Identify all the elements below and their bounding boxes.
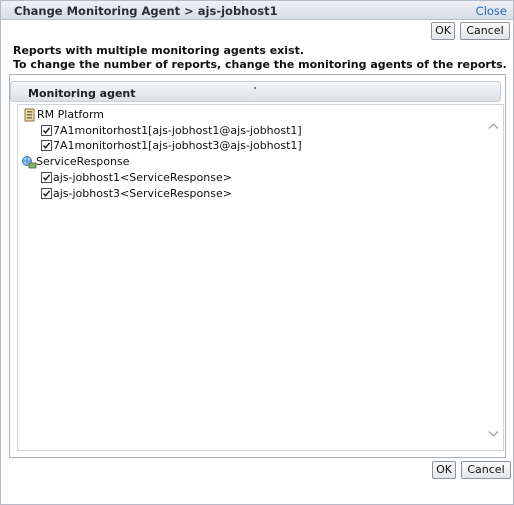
message-line-2: To change the number of reports, change …	[13, 58, 507, 71]
tree-item[interactable]: ajs-jobhost1<ServiceResponse>	[41, 171, 341, 185]
top-ok-button[interactable]: OK	[431, 22, 455, 40]
service-response-icon	[21, 155, 37, 169]
tree-group-rm-platform[interactable]: RM Platform	[23, 108, 223, 122]
checkbox[interactable]	[41, 140, 52, 151]
close-link[interactable]: Close	[476, 4, 507, 18]
tree-item-label: ajs-jobhost3<ServiceResponse>	[53, 187, 232, 200]
tree-item[interactable]: ajs-jobhost3<ServiceResponse>	[41, 187, 341, 201]
tree-item[interactable]: 7A1monitorhost1[ajs-jobhost3@ajs-jobhost…	[41, 139, 341, 153]
panel-header-label: Monitoring agent	[28, 87, 136, 100]
tree-item[interactable]: 7A1monitorhost1[ajs-jobhost1@ajs-jobhost…	[41, 124, 341, 138]
dialog-title: Change Monitoring Agent > ajs-jobhost1	[14, 4, 278, 18]
bottom-ok-button[interactable]: OK	[432, 461, 456, 479]
scroll-up-icon[interactable]	[488, 120, 499, 129]
tree-group-label: RM Platform	[37, 108, 105, 121]
tree-item-label: 7A1monitorhost1[ajs-jobhost1@ajs-jobhost…	[53, 124, 302, 137]
checkbox[interactable]	[41, 188, 52, 199]
bottom-cancel-button[interactable]: Cancel	[461, 461, 511, 479]
title-bar: Change Monitoring Agent > ajs-jobhost1 C…	[1, 1, 513, 20]
separator-dot	[254, 87, 256, 89]
tree-item-label: ajs-jobhost1<ServiceResponse>	[53, 171, 232, 184]
change-monitoring-agent-dialog: Change Monitoring Agent > ajs-jobhost1 C…	[0, 0, 514, 505]
message-line-1: Reports with multiple monitoring agents …	[13, 44, 305, 57]
checkbox[interactable]	[41, 172, 52, 183]
tree-group-label: ServiceResponse	[36, 155, 130, 168]
top-cancel-button[interactable]: Cancel	[460, 22, 510, 40]
checkbox[interactable]	[41, 125, 52, 136]
tree-item-label: 7A1monitorhost1[ajs-jobhost3@ajs-jobhost…	[53, 139, 302, 152]
server-icon	[23, 108, 37, 122]
panel-header: Monitoring agent	[10, 81, 501, 102]
tree-group-service-response[interactable]: ServiceResponse	[21, 155, 221, 169]
scroll-down-icon[interactable]	[488, 428, 499, 437]
